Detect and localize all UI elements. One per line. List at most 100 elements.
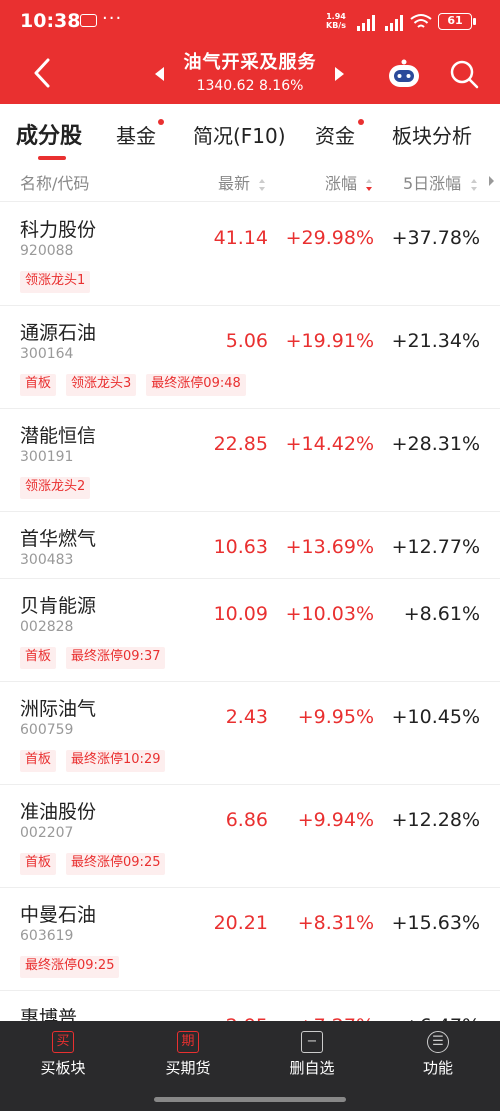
stock-tags: 首板 最终涨停09:37 bbox=[20, 645, 175, 669]
stock-name: 科力股份 bbox=[20, 219, 97, 241]
stock-change: +19.91% bbox=[285, 330, 374, 352]
column-header: 名称/代码 最新 涨幅 5日涨幅 bbox=[0, 162, 500, 202]
stock-list[interactable]: 科力股份 920088 41.14 +29.98% +37.78% 领涨龙头1 通源石油 30… bbox=[0, 203, 500, 1021]
stock-change-5day: +8.61% bbox=[403, 603, 480, 625]
tab-bar: 成分股 基金 简况(F10) 资金 板块分析 bbox=[0, 104, 500, 162]
stock-tags: 首板 领涨龙头3 最终涨停09:48 bbox=[20, 372, 256, 396]
stock-tag: 领涨龙头3 bbox=[66, 374, 137, 396]
buy-futures-label: 买期货 bbox=[165, 1059, 211, 1077]
stock-row[interactable]: 科力股份 920088 41.14 +29.98% +37.78% 领涨龙头1 bbox=[0, 203, 500, 306]
stock-tag: 最终涨停10:29 bbox=[66, 750, 166, 772]
stock-code: 300191 bbox=[20, 449, 74, 465]
stock-change-5day: +12.28% bbox=[391, 809, 480, 831]
stock-tag: 最终涨停09:25 bbox=[20, 956, 120, 978]
column-change-label: 涨幅 bbox=[325, 174, 358, 193]
stock-tags: 领涨龙头1 bbox=[20, 269, 100, 293]
stock-row[interactable]: 惠博普2.95+7.27%+6.47% bbox=[0, 991, 500, 1021]
stock-code: 920088 bbox=[20, 243, 74, 259]
remove-watchlist-label: 删自选 bbox=[289, 1059, 335, 1077]
home-indicator[interactable] bbox=[154, 1097, 346, 1102]
search-icon[interactable] bbox=[448, 58, 480, 90]
stock-name: 惠博普 bbox=[20, 1007, 78, 1021]
status-time: 10:38 bbox=[20, 10, 81, 32]
stock-row[interactable]: 通源石油 300164 5.06 +19.91% +21.34% 首板 领涨龙头3 最终涨停0… bbox=[0, 306, 500, 409]
scroll-right-icon[interactable] bbox=[488, 175, 496, 187]
tab-capital[interactable]: 资金 bbox=[315, 120, 355, 149]
tab-funds-dot bbox=[158, 119, 164, 125]
buy-icon: 买 bbox=[52, 1031, 74, 1053]
network-speed: 1.94 KB/s bbox=[326, 12, 346, 30]
tab-sector-analysis[interactable]: 板块分析 bbox=[392, 120, 472, 149]
stock-tag: 最终涨停09:48 bbox=[146, 374, 246, 396]
stock-change-5day: +28.31% bbox=[391, 433, 480, 455]
futures-icon: 期 bbox=[177, 1031, 199, 1053]
stock-price: 2.43 bbox=[225, 706, 268, 728]
next-sector-icon[interactable] bbox=[335, 67, 344, 81]
stock-name: 潜能恒信 bbox=[20, 425, 97, 447]
stock-row[interactable]: 中曼石油 603619 20.21 +8.31% +15.63% 最终涨停09:25 bbox=[0, 888, 500, 991]
stock-price: 41.14 bbox=[213, 227, 268, 249]
stock-name: 洲际油气 bbox=[20, 698, 97, 720]
stock-row[interactable]: 首华燃气 300483 10.63 +13.69% +12.77% bbox=[0, 512, 500, 579]
buy-futures-button[interactable]: 期 买期货 bbox=[138, 1031, 238, 1078]
functions-button[interactable]: ☰ 功能 bbox=[388, 1031, 488, 1078]
sector-title: 油气开采及服务 1340.62 8.16% bbox=[150, 48, 350, 102]
stock-price: 22.85 bbox=[213, 433, 268, 455]
stock-price: 10.63 bbox=[213, 536, 268, 558]
stock-tag: 首板 bbox=[20, 853, 57, 875]
sort-icon bbox=[259, 178, 266, 191]
stock-code: 002207 bbox=[20, 825, 74, 841]
stock-name: 首华燃气 bbox=[20, 528, 97, 550]
sort-desc-icon bbox=[366, 178, 373, 191]
stock-change: +13.69% bbox=[285, 536, 374, 558]
stock-tag: 最终涨停09:37 bbox=[66, 647, 166, 669]
stock-tag: 首板 bbox=[20, 750, 57, 772]
tab-funds[interactable]: 基金 bbox=[116, 120, 156, 149]
stock-change: +8.31% bbox=[297, 912, 374, 934]
index-quote: 1340.62 8.16% bbox=[150, 78, 350, 94]
tab-constituents[interactable]: 成分股 bbox=[16, 118, 82, 150]
stock-name: 贝肯能源 bbox=[20, 595, 97, 617]
stock-code: 002828 bbox=[20, 619, 74, 635]
column-price[interactable]: 最新 bbox=[218, 170, 266, 194]
active-tab-indicator bbox=[38, 156, 66, 160]
column-change-5day[interactable]: 5日涨幅 bbox=[403, 170, 478, 194]
index-value: 1340.62 bbox=[196, 78, 255, 94]
stock-change: +9.95% bbox=[297, 706, 374, 728]
signal-icon bbox=[357, 15, 375, 31]
stock-tags: 领涨龙头2 bbox=[20, 475, 100, 499]
stock-change-5day: +15.63% bbox=[391, 912, 480, 934]
functions-label: 功能 bbox=[422, 1059, 453, 1077]
stock-code: 600759 bbox=[20, 722, 74, 738]
minus-box-icon: − bbox=[301, 1031, 323, 1053]
buy-sector-label: 买板块 bbox=[40, 1059, 86, 1077]
index-change: 8.16% bbox=[258, 78, 304, 94]
stock-code: 300483 bbox=[20, 552, 74, 568]
stock-change-5day: +37.78% bbox=[391, 227, 480, 249]
stock-change: +10.03% bbox=[285, 603, 374, 625]
stock-code: 300164 bbox=[20, 346, 74, 362]
stock-code: 603619 bbox=[20, 928, 74, 944]
page-title: 油气开采及服务 bbox=[183, 52, 317, 73]
assistant-robot-icon[interactable] bbox=[386, 58, 422, 90]
buy-sector-button[interactable]: 买 买板块 bbox=[13, 1031, 113, 1078]
stock-change: +14.42% bbox=[285, 433, 374, 455]
remove-watchlist-button[interactable]: − 删自选 bbox=[262, 1031, 362, 1078]
stock-row[interactable]: 潜能恒信 300191 22.85 +14.42% +28.31% 领涨龙头2 bbox=[0, 409, 500, 512]
stock-price: 6.86 bbox=[225, 809, 268, 831]
stock-change: +29.98% bbox=[285, 227, 374, 249]
stock-name: 中曼石油 bbox=[20, 904, 97, 926]
wifi-icon bbox=[410, 14, 432, 28]
stock-row[interactable]: 贝肯能源 002828 10.09 +10.03% +8.61% 首板 最终涨停09:37 bbox=[0, 579, 500, 682]
stock-change-5day: +21.34% bbox=[391, 330, 480, 352]
sort-icon-2 bbox=[471, 178, 478, 191]
notification-icon bbox=[80, 14, 97, 27]
stock-row[interactable]: 准油股份 002207 6.86 +9.94% +12.28% 首板 最终涨停09:25 bbox=[0, 785, 500, 888]
column-price-label: 最新 bbox=[218, 174, 251, 193]
tab-profile[interactable]: 简况(F10) bbox=[193, 120, 286, 149]
back-arrow-icon[interactable] bbox=[28, 56, 58, 90]
stock-price: 10.09 bbox=[213, 603, 268, 625]
menu-icon: ☰ bbox=[427, 1031, 449, 1053]
stock-row[interactable]: 洲际油气 600759 2.43 +9.95% +10.45% 首板 最终涨停10:29 bbox=[0, 682, 500, 785]
column-change[interactable]: 涨幅 bbox=[325, 170, 373, 194]
